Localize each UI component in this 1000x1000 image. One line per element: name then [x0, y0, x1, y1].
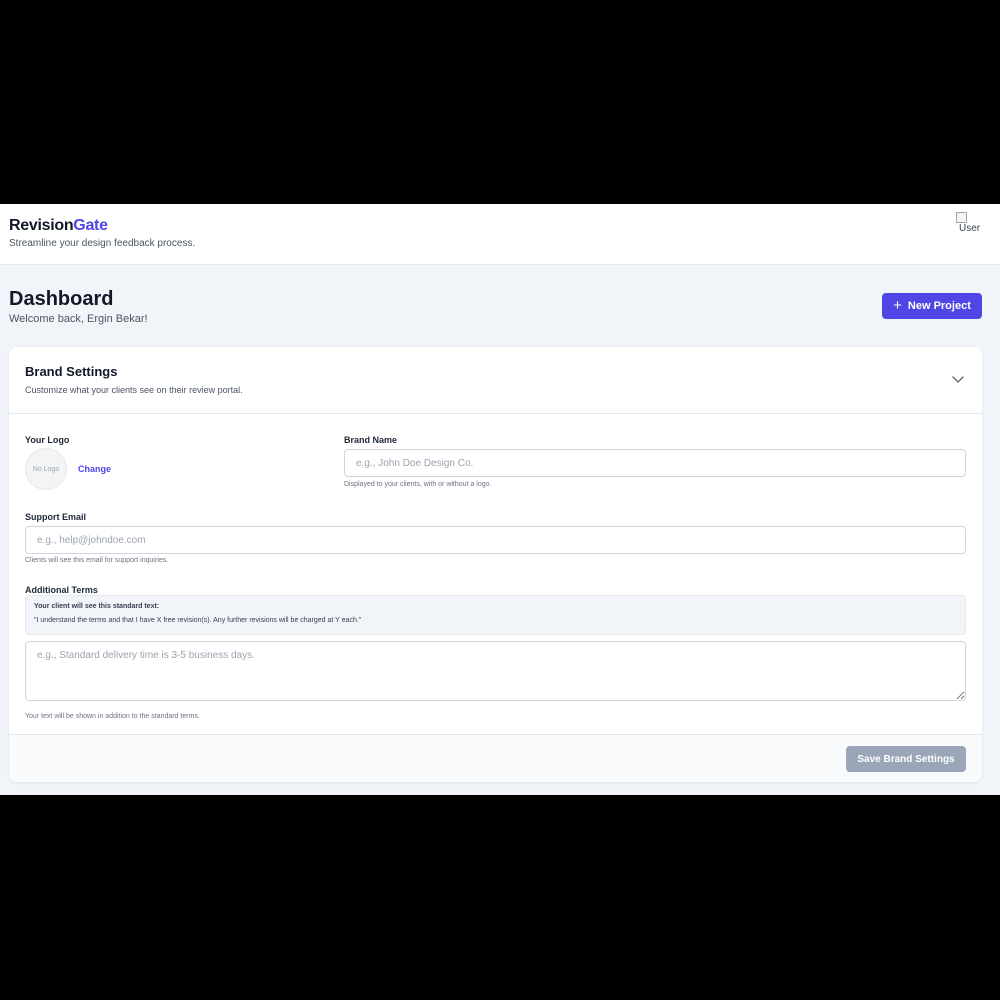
additional-terms-label: Additional Terms [25, 585, 98, 595]
app-viewport: RevisionGate Streamline your design feed… [0, 204, 1000, 795]
broken-image-icon [956, 212, 967, 223]
change-logo-link[interactable]: Change [78, 464, 111, 474]
plus-icon: + [893, 297, 902, 314]
support-email-help: Clients will see this email for support … [25, 557, 169, 564]
brand-name-label: Brand Name [344, 435, 398, 445]
logo-placeholder: No Logo [25, 448, 67, 490]
brand-settings-footer: Save Brand Settings [9, 734, 982, 782]
logo-placeholder-text: No Logo [32, 465, 60, 473]
additional-terms-textarea[interactable] [25, 641, 966, 701]
additional-terms-help: Your text will be shown in addition to t… [25, 713, 200, 720]
brand-settings-title: Brand Settings [25, 364, 118, 379]
chevron-down-icon[interactable] [950, 371, 966, 387]
brand-settings-header[interactable]: Brand Settings Customize what your clien… [9, 347, 982, 414]
brand-settings-subtitle: Customize what your clients see on their… [25, 385, 243, 395]
brand-name-input[interactable] [344, 449, 966, 477]
app-logo[interactable]: RevisionGate [9, 217, 108, 235]
support-email-label: Support Email [25, 512, 87, 522]
welcome-message: Welcome back, Ergin Bekar! [9, 313, 148, 325]
logo-text-primary: Revision [9, 217, 74, 234]
user-avatar[interactable]: User [956, 212, 982, 238]
logo-label: Your Logo [25, 435, 70, 445]
standard-terms-title: Your client will see this standard text: [34, 603, 160, 610]
page-title: Dashboard [9, 288, 114, 310]
logo-text-accent: Gate [73, 217, 108, 234]
user-avatar-alt-text: User [959, 223, 981, 234]
brand-settings-card: Brand Settings Customize what your clien… [9, 347, 982, 782]
support-email-input[interactable] [25, 526, 966, 554]
standard-terms-text: "I understand the terms and that I have … [34, 617, 362, 624]
standard-terms-box: Your client will see this standard text:… [25, 595, 966, 635]
new-project-label: New Project [907, 300, 971, 312]
save-brand-settings-button[interactable]: Save Brand Settings [846, 746, 966, 772]
top-bar: RevisionGate Streamline your design feed… [0, 204, 1000, 265]
app-tagline: Streamline your design feedback process. [9, 238, 196, 249]
new-project-button[interactable]: + New Project [882, 293, 982, 319]
brand-name-help: Displayed to your clients, with or witho… [344, 481, 492, 488]
